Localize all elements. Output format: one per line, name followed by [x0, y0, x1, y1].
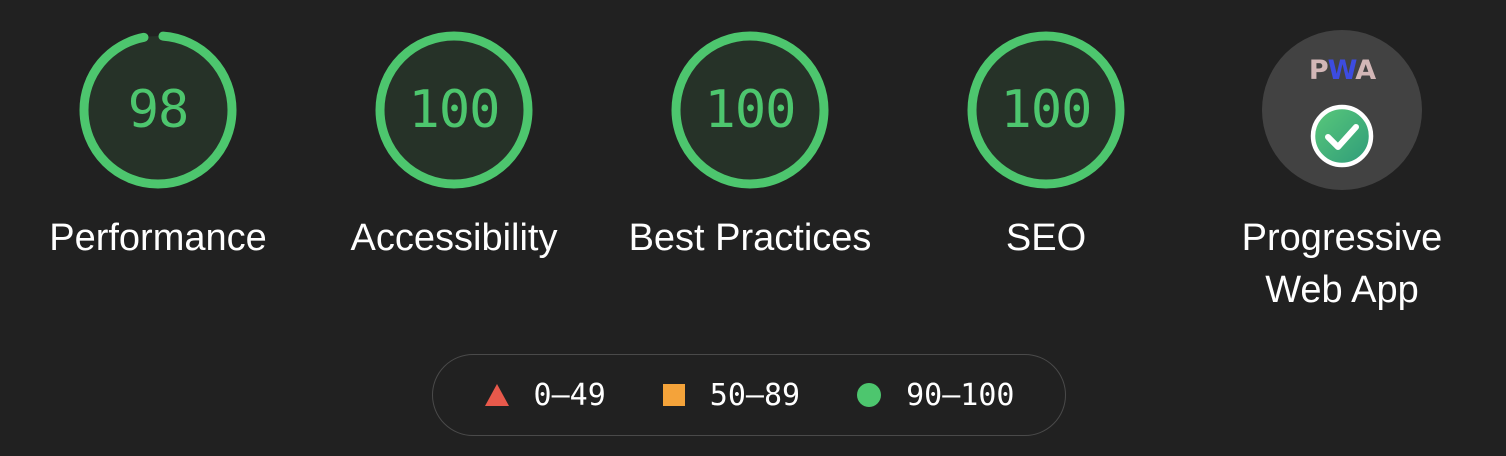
- score-value: 100: [704, 80, 797, 140]
- score-ring: 98: [78, 30, 238, 190]
- score-value: 98: [127, 80, 190, 140]
- gauge-label: Progressive Web App: [1242, 212, 1443, 316]
- gauge-label: Performance: [49, 217, 267, 259]
- pwa-label-line1: Progressive: [1241, 217, 1443, 259]
- legend-range: 0–49: [533, 377, 606, 413]
- triangle-icon: [484, 384, 509, 406]
- legend-item-pass: 90–100: [856, 378, 1014, 413]
- check-circle-icon: [1310, 104, 1374, 168]
- gauge-accessibility[interactable]: 100 Accessibility: [334, 30, 574, 330]
- gauge-performance[interactable]: 98 Performance: [38, 30, 278, 330]
- pwa-logo-a: A: [1355, 55, 1376, 86]
- score-ring: 100: [966, 30, 1126, 190]
- legend-item-average: 50–89: [662, 378, 800, 413]
- pwa-label-line2: Web App: [1265, 269, 1419, 311]
- gauge-label: Accessibility: [350, 217, 558, 259]
- pwa-logo-icon: PWA: [1262, 56, 1422, 86]
- square-icon: [662, 384, 685, 406]
- pwa-logo-p: P: [1308, 55, 1329, 86]
- score-ring: 100: [374, 30, 534, 190]
- gauge-pwa[interactable]: PWA Progressive Web App: [1222, 30, 1462, 330]
- pwa-logo-w: W: [1327, 55, 1357, 86]
- pwa-badge: PWA: [1262, 30, 1422, 190]
- score-ring: 100: [670, 30, 830, 190]
- score-value: 100: [1000, 80, 1093, 140]
- circle-icon: [857, 383, 882, 407]
- gauge-label: Best Practices: [628, 217, 872, 259]
- legend-range: 90–100: [906, 377, 1015, 413]
- score-scale-legend: 0–49 50–89 90–100: [432, 354, 1066, 436]
- score-value: 100: [408, 80, 501, 140]
- gauge-best-practices[interactable]: 100 Best Practices: [628, 30, 872, 330]
- legend-item-fail: 0–49: [484, 378, 606, 413]
- gauge-seo[interactable]: 100 SEO: [926, 30, 1166, 330]
- gauge-label: SEO: [1005, 217, 1087, 259]
- legend-range: 50–89: [709, 377, 801, 413]
